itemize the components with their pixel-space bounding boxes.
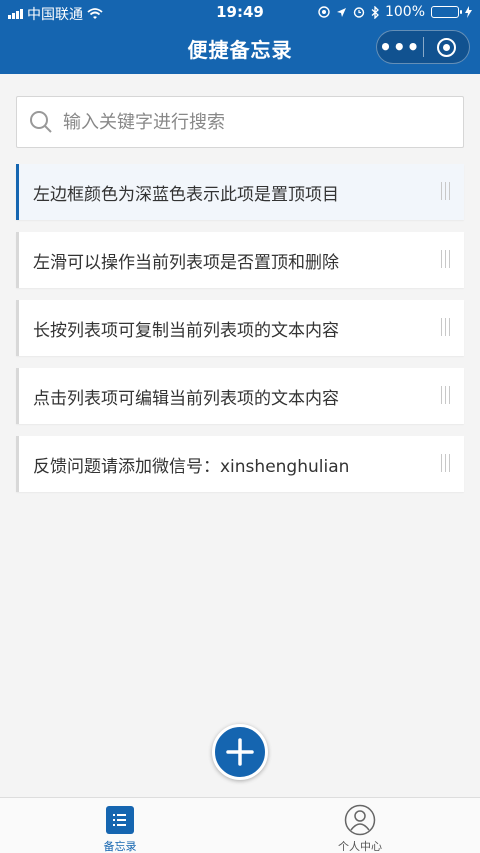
bluetooth-icon — [371, 5, 379, 19]
drag-handle-icon[interactable] — [441, 182, 450, 200]
list-item-text: 左滑可以操作当前列表项是否置顶和删除 — [33, 252, 339, 273]
more-button[interactable]: ••• — [377, 30, 423, 64]
battery-percent: 100% — [384, 4, 425, 20]
battery-icon — [431, 6, 462, 18]
list-item[interactable]: 点击列表项可编辑当前列表项的文本内容 — [16, 368, 464, 424]
list-item-text: 反馈问题请添加微信号：xinshenghulian — [33, 456, 350, 477]
search-box[interactable] — [16, 96, 464, 148]
target-icon — [436, 37, 456, 57]
list-item[interactable]: 左边框颜色为深蓝色表示此项是置顶项目 — [16, 164, 464, 220]
memo-list: 左边框颜色为深蓝色表示此项是置顶项目 左滑可以操作当前列表项是否置顶和删除 长按… — [16, 164, 464, 504]
alarm-icon — [353, 7, 365, 18]
mini-program-capsule: ••• — [376, 30, 470, 64]
status-bar: 中国联通 19:49 100% — [0, 0, 480, 26]
add-memo-button[interactable] — [212, 724, 268, 780]
drag-handle-icon[interactable] — [441, 250, 450, 268]
tab-memo[interactable]: 备忘录 — [60, 804, 180, 853]
drag-handle-icon[interactable] — [441, 386, 450, 404]
close-button[interactable] — [423, 37, 469, 57]
at-icon — [318, 6, 330, 18]
location-icon — [336, 7, 346, 17]
charging-icon — [465, 6, 472, 18]
top-bar: 中国联通 19:49 100% 便捷备忘录 ••• — [0, 0, 480, 74]
drag-handle-icon[interactable] — [441, 318, 450, 336]
list-item-text: 长按列表项可复制当前列表项的文本内容 — [33, 320, 339, 341]
tab-profile-label: 个人中心 — [338, 840, 382, 853]
tab-profile[interactable]: 个人中心 — [300, 804, 420, 853]
list-item-text: 左边框颜色为深蓝色表示此项是置顶项目 — [33, 184, 339, 205]
drag-handle-icon[interactable] — [441, 454, 450, 472]
search-input[interactable] — [63, 111, 453, 133]
list-item[interactable]: 左滑可以操作当前列表项是否置顶和删除 — [16, 232, 464, 288]
list-icon — [106, 806, 134, 834]
list-item[interactable]: 反馈问题请添加微信号：xinshenghulian — [16, 436, 464, 492]
user-icon — [344, 804, 376, 836]
plus-icon — [226, 738, 254, 766]
list-item-text: 点击列表项可编辑当前列表项的文本内容 — [33, 388, 339, 409]
list-item[interactable]: 长按列表项可复制当前列表项的文本内容 — [16, 300, 464, 356]
tab-bar: 备忘录 个人中心 — [0, 797, 480, 853]
tab-memo-label: 备忘录 — [103, 840, 137, 853]
search-icon — [30, 111, 52, 133]
